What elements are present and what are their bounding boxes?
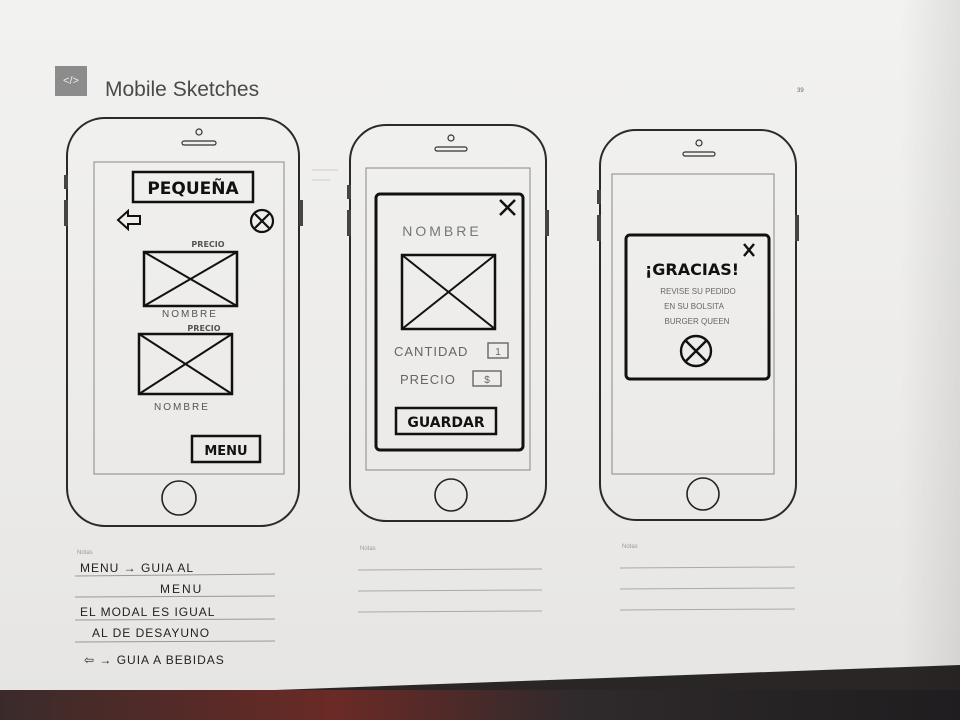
phone-1-speaker xyxy=(181,140,217,146)
phone-2-body xyxy=(349,124,547,522)
screen2-quantity-value: 1 xyxy=(495,347,501,358)
phone-2-home-button xyxy=(434,478,468,512)
screen2-price-label: PRECIO xyxy=(400,372,456,387)
phone-2: NOMBRE CANTIDAD 1 PRECIO $ GUARDAR xyxy=(347,124,549,522)
menu-button-label: MENU xyxy=(204,444,247,459)
note-line-3: EL MODAL ES IGUAL xyxy=(80,605,215,619)
item-1-name-label: NOMBRE xyxy=(162,309,218,320)
note-line-1: MENU → GUIA AL xyxy=(80,561,194,575)
phone-3-home-button xyxy=(686,477,720,511)
phone-1-volume-button xyxy=(64,200,68,226)
screen1-title: PEQUEÑA xyxy=(147,176,239,199)
notes-section: Notas Notas Notas MENU → GUIA AL MENU EL… xyxy=(74,544,796,667)
note-line xyxy=(74,618,276,621)
note-line xyxy=(619,566,796,569)
image-placeholder-icon xyxy=(137,332,234,396)
screen3-message-line-3: BURGER QUEEN xyxy=(665,317,730,326)
screen3-thanks-title: ¡GRACIAS! xyxy=(645,260,739,279)
phone-2-speaker xyxy=(434,146,468,152)
note-line-2: MENU xyxy=(160,582,203,596)
phone-1-side-button xyxy=(64,175,68,189)
phone-3-power-button xyxy=(795,215,799,241)
notes-col2-label: Notas xyxy=(360,546,376,552)
item-2-name-label: NOMBRE xyxy=(154,402,210,413)
note-line-5: ⇦ → GUIA A BEBIDAS xyxy=(84,653,225,667)
phone-2-volume-button xyxy=(347,210,351,236)
image-placeholder-icon xyxy=(400,253,497,331)
item-2-price-label: PRECIO xyxy=(187,324,220,333)
phone-1: PEQUEÑA PRECIO NOMBRE PRECIO NOMBRE MENU xyxy=(64,117,303,527)
notes-col1-label: Notas xyxy=(77,550,93,556)
screen2-name-label: NOMBRE xyxy=(402,223,481,239)
screen3-message-line-2: EN SU BOLSITA xyxy=(664,302,725,311)
note-line xyxy=(357,568,543,571)
phone-3-camera xyxy=(695,139,703,147)
phone-2-power-button xyxy=(545,210,549,236)
circle-x-icon[interactable] xyxy=(249,208,275,234)
circle-x-icon[interactable] xyxy=(679,334,713,368)
close-x-icon[interactable] xyxy=(499,199,516,216)
image-placeholder-icon xyxy=(142,250,239,308)
screen2-price-value: $ xyxy=(484,375,490,386)
back-arrow-icon[interactable] xyxy=(116,208,141,232)
phone-1-power-button xyxy=(299,200,303,226)
phone-2-camera xyxy=(447,134,455,142)
note-line-4: AL DE DESAYUNO xyxy=(92,626,210,640)
notes-col3-label: Notas xyxy=(622,544,638,550)
sketch-drawing: PEQUEÑA PRECIO NOMBRE PRECIO NOMBRE MENU xyxy=(64,117,799,667)
note-line xyxy=(357,589,543,592)
note-line xyxy=(74,595,276,598)
note-line xyxy=(357,610,543,613)
phone-1-camera xyxy=(195,128,203,136)
screen2-quantity-label: CANTIDAD xyxy=(394,344,468,359)
save-button-label: GUARDAR xyxy=(407,415,485,431)
phone-3-volume-button xyxy=(597,215,601,241)
item-1-price-label: PRECIO xyxy=(191,240,224,249)
phone-3-speaker xyxy=(682,151,716,157)
phone-3: ¡GRACIAS! REVISE SU PEDIDO EN SU BOLSITA… xyxy=(597,129,799,521)
close-x-icon[interactable] xyxy=(743,243,755,257)
note-line xyxy=(619,587,796,590)
phone-3-side-button xyxy=(597,190,601,204)
note-line xyxy=(619,608,796,611)
phone-1-home-button xyxy=(161,480,197,516)
phone-2-side-button xyxy=(347,185,351,199)
note-line xyxy=(74,640,276,643)
screen3-message-line-1: REVISE SU PEDIDO xyxy=(660,287,736,296)
